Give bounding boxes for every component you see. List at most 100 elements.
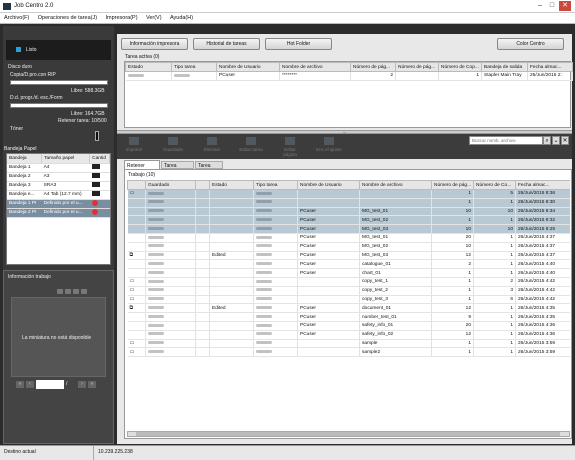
search-input[interactable] [469, 136, 543, 145]
active-col-usuario[interactable]: Nombre de Usuario [216, 62, 280, 72]
job-guardado [145, 242, 196, 252]
jobs-col-tipo[interactable]: Tipo tarea [253, 180, 298, 190]
job-row[interactable]: ▭ 1 5 26/Jun/2015 8:36 [127, 189, 570, 199]
job-row[interactable]: PCuser MG_test_02 10 1 26/Jun/2015 4:37 [127, 242, 570, 252]
search-icon[interactable]: ⌕ [543, 136, 551, 145]
job-fecha: 26/Jun/2015 4:40 [515, 268, 570, 278]
edit-page-icon [285, 137, 295, 145]
clear-icon[interactable]: ✕ [561, 136, 569, 145]
last-page-icon[interactable]: » [88, 381, 96, 388]
active-job-row[interactable]: PCuser ******** 2 1 Stapler Main Tray 26… [125, 71, 573, 81]
minimize-button[interactable]: – [534, 1, 546, 11]
print-action[interactable]: Imprimir [121, 137, 147, 157]
jobs-col-guardado[interactable]: Guardado [145, 180, 196, 190]
job-row[interactable]: PCuser MG_test_01 10 10 26/Jun/2015 8:34 [127, 207, 570, 217]
printer-info-button[interactable]: Información impresora [121, 38, 188, 50]
jobs-col-archivo[interactable]: Nombre de archivo [359, 180, 432, 190]
job-row[interactable]: ⧉ Edited PCuser document_01 12 1 26/Jun/2015 4… [127, 303, 570, 314]
jobs-col-copias[interactable]: Número de Co... [473, 180, 516, 190]
jobs-col-icon[interactable] [127, 180, 146, 190]
adjust-action[interactable]: Enc el ajuste [316, 137, 342, 157]
job-fecha: 26/Jun/2015 8:30 [515, 198, 570, 208]
delete-action[interactable]: Eliminar [199, 137, 225, 157]
job-tipo [253, 251, 298, 261]
page-input[interactable] [36, 380, 64, 389]
first-page-icon[interactable]: « [16, 381, 24, 388]
active-col-pag1[interactable]: Número de pág... [350, 62, 396, 72]
jobs-col-paginas[interactable]: Número de pág... [431, 180, 474, 190]
job-row[interactable]: PCuser number_test_01 9 1 26/Jun/2015 4:35 [127, 312, 570, 322]
close-button[interactable]: ✕ [559, 1, 571, 11]
job-row[interactable]: ▭ copy_test_3 1 6 26/Jun/2015 4:42 [127, 295, 570, 305]
job-usuario [297, 189, 360, 199]
active-col-pag2[interactable]: Número de pág... [395, 62, 439, 72]
job-archivo: safety_info_02 [359, 330, 432, 340]
job-row[interactable]: PCuser MG_test_03 10 10 26/Jun/2015 8:29 [127, 224, 570, 234]
edit-job-action[interactable]: Editar tarea [238, 137, 264, 157]
tab-segura[interactable]: Tarea segura [161, 161, 194, 175]
menu-archivo[interactable]: Archivo(F) [0, 13, 32, 21]
scroll-thumb[interactable] [136, 432, 560, 436]
hot-folder-button[interactable]: Hot Folder [265, 38, 332, 50]
job-row[interactable]: PCuser catalogue_01 2 1 26/Jun/2015 4:40 [127, 259, 570, 270]
active-col-bandeja[interactable]: Bandeja de salida [481, 62, 528, 72]
tray-row[interactable]: Bandeja e... A4 Tab (12.7 mm) [7, 190, 110, 200]
tab-retener[interactable]: Retener tarea [124, 160, 160, 175]
color-centro-button[interactable]: Color Centro [497, 38, 564, 50]
view-icon-3[interactable] [73, 289, 79, 294]
active-col-fecha[interactable]: Fecha almac... [527, 62, 573, 72]
job-row[interactable]: ▭ copy_test_1 1 2 26/Jun/2015 4:42 [127, 277, 570, 287]
active-col-archivo[interactable]: Nombre de archivo [279, 62, 351, 72]
job-tipo [253, 303, 298, 314]
tray-col-bandeja[interactable]: Bandeja [7, 154, 43, 164]
menu-ver[interactable]: Ver(V) [142, 13, 165, 21]
job-row[interactable]: ⧉ Edited PCuser MG_test_03 12 1 26/Jun/2015 4:… [127, 251, 570, 261]
filter-icon[interactable]: ⌄ [552, 136, 560, 145]
job-history-button[interactable]: Historial de tareas [193, 38, 260, 50]
view-icon-4[interactable] [81, 289, 87, 294]
view-icon-2[interactable] [65, 289, 71, 294]
view-icon-1[interactable] [57, 289, 63, 294]
horizontal-scrollbar[interactable] [127, 431, 570, 437]
job-row[interactable]: PCuser MG_test_01 20 1 26/Jun/2015 4:37 [127, 233, 570, 243]
job-usuario [297, 347, 360, 358]
jobs-col-usuario[interactable]: Nombre de Usuario [297, 180, 360, 190]
paper-tray-table: Bandeja Tamaño papel Cantid Bandeja 1 A4 Ba… [6, 153, 111, 265]
job-row[interactable]: ▭ copy_test_2 1 3 26/Jun/2015 4:42 [127, 286, 570, 296]
next-page-icon[interactable]: › [78, 381, 86, 388]
tray-row[interactable]: Bandeja 3 SRA3 [7, 181, 110, 191]
tray-row[interactable]: Bandeja 2 PI Definido por el u... [7, 208, 110, 218]
menu-operaciones[interactable]: Operaciones de tarea(J) [34, 13, 100, 21]
active-col-copias[interactable]: Número de Cop... [438, 62, 482, 72]
tray-row[interactable]: Bandeja 1 A4 [7, 163, 110, 173]
save-action[interactable]: Guardado [160, 137, 186, 157]
job-row[interactable]: PCuser MG_test_02 1 1 26/Jun/2015 8:32 [127, 215, 570, 226]
job-row[interactable]: PCuser safety_info_02 12 1 26/Jun/2015 4:36 [127, 330, 570, 340]
job-usuario: PCuser [297, 321, 360, 331]
menu-impresora[interactable]: Impresora(P) [101, 13, 140, 21]
active-col-tipo[interactable]: Tipo tarea [171, 62, 217, 72]
toner-gauge [95, 131, 99, 141]
tray-row[interactable]: Bandeja 1 PI Definido por el u... [7, 199, 110, 209]
job-row[interactable]: ▭ sample2 1 1 26/Jun/2015 3:59 [127, 347, 570, 358]
job-row[interactable]: ▭ sample 1 1 26/Jun/2015 3:59 [127, 339, 570, 349]
tray-row[interactable]: Bandeja 2 A3 [7, 172, 110, 182]
jobs-col-flag[interactable] [195, 180, 210, 190]
job-tipo [253, 330, 298, 340]
tray-col-qty[interactable]: Cantid [89, 154, 110, 164]
edit-page-action[interactable]: Editar página [277, 137, 303, 157]
maximize-button[interactable]: □ [546, 1, 558, 11]
job-row[interactable]: PCuser chart_01 1 1 26/Jun/2015 4:40 [127, 268, 570, 278]
prev-page-icon[interactable]: ‹ [26, 381, 34, 388]
job-paginas: 20 [431, 321, 474, 331]
jobs-col-fecha[interactable]: Fecha almac... [515, 180, 570, 190]
job-archivo: MG_test_03 [359, 224, 432, 234]
tab-hdd[interactable]: Tarea HDD [195, 161, 223, 175]
tray-col-size[interactable]: Tamaño papel [41, 154, 91, 164]
destination-label: Destino actual [4, 449, 36, 455]
menu-ayuda[interactable]: Ayuda(H) [166, 13, 196, 21]
job-row[interactable]: 1 1 26/Jun/2015 8:30 [127, 198, 570, 208]
job-row[interactable]: PCuser safety_info_01 20 1 26/Jun/2015 4:36 [127, 321, 570, 331]
jobs-col-estado[interactable]: Estado [209, 180, 254, 190]
active-col-estado[interactable]: Estado [125, 62, 172, 72]
